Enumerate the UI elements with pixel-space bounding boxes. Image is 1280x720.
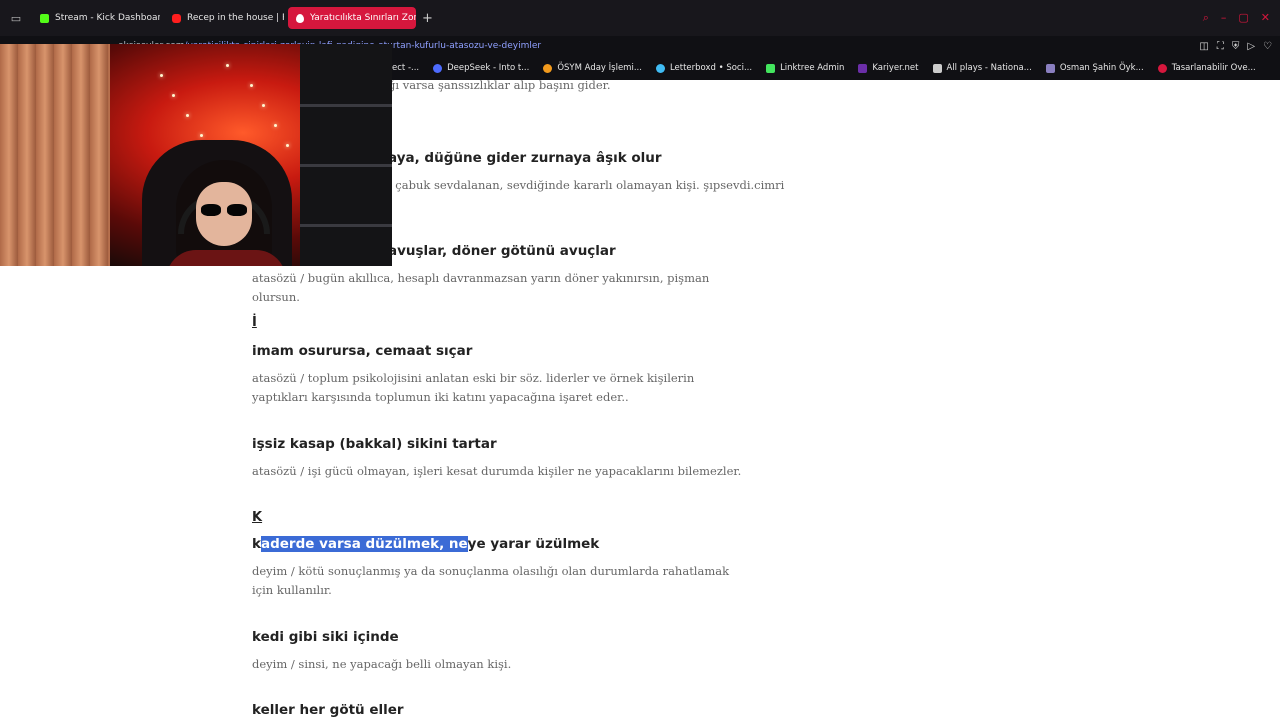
entry-title-selected: kaderde varsa düzülmek, neye yarar üzülm…	[252, 536, 599, 552]
entry-title: keller her götü eller	[252, 702, 404, 718]
tab-kick-dashboard[interactable]: Stream - Kick Dashboard	[32, 7, 160, 29]
title-text: k	[252, 536, 261, 552]
bookmark-item[interactable]: Osman Şahin Öyk...	[1045, 63, 1144, 73]
webcam-overlay	[0, 44, 392, 266]
window-controls: ⌕ – ▢ ✕	[1203, 11, 1280, 25]
text-selection[interactable]: aderde varsa düzülmek, ne	[260, 536, 468, 552]
bookmark-item[interactable]: DeepSeek - Into t...	[433, 63, 529, 73]
person-shirt	[166, 250, 286, 266]
entry-title: kedi gibi siki içinde	[252, 629, 399, 645]
shelf-board	[300, 104, 392, 107]
bookmark-label: Tasarlanabilir Ove...	[1171, 63, 1256, 73]
minimize-icon[interactable]: –	[1221, 11, 1227, 25]
title-text: ye yarar üzülmek	[467, 536, 600, 552]
shelf-board	[300, 224, 392, 227]
play-icon[interactable]: ▷	[1247, 41, 1255, 52]
shelf-board	[300, 164, 392, 167]
bookmark-item[interactable]: ÖSYM Aday İşlemi...	[543, 63, 642, 73]
sunglasses	[201, 204, 247, 216]
tab-label: Stream - Kick Dashboard	[55, 13, 160, 23]
fairy-light	[250, 84, 253, 87]
bookmark-item[interactable]: Letterboxd • Soci...	[655, 63, 753, 73]
shield-icon[interactable]: ⛨	[1232, 41, 1240, 52]
split-view-icon[interactable]: ◫	[1199, 41, 1208, 52]
bookmark-label: Osman Şahin Öyk...	[1059, 63, 1144, 73]
menu-lines-icon	[932, 63, 942, 73]
bookmark-item[interactable]: Tasarlanabilir Ove...	[1157, 63, 1256, 73]
fairy-light	[286, 144, 289, 147]
bookmark-item[interactable]: Kariyer.net	[858, 63, 919, 73]
tab-active-article[interactable]: Yaratıcılıkta Sınırları Zorlay	[288, 7, 416, 29]
fairy-light	[226, 64, 229, 67]
bookmark-site-icon	[1157, 63, 1167, 73]
letterboxd-icon	[655, 63, 665, 73]
kick-icon	[40, 13, 49, 23]
new-tab-button[interactable]: +	[422, 11, 433, 26]
document-icon	[1045, 63, 1055, 73]
fairy-light	[274, 124, 277, 127]
entry-title: işsiz kasap (bakkal) sikini tartar	[252, 436, 497, 452]
entry-description: atasözü / işi gücü olmayan, işleri kesat…	[252, 464, 742, 478]
tab-youtube[interactable]: Recep in the house | Rece	[164, 7, 284, 29]
sidebar-toggle-icon[interactable]: ▭	[0, 0, 32, 36]
bookmark-label: Linktree Admin	[780, 63, 845, 73]
entry-description: deyim / sinsi, ne yapacağı belli olmayan…	[252, 657, 512, 671]
bookmark-label: DeepSeek - Into t...	[447, 63, 530, 73]
screenshot-icon[interactable]: ⛶	[1217, 41, 1224, 52]
address-bar-actions: ◫ ⛶ ⛨ ▷ ♡	[1199, 41, 1280, 52]
drop-icon	[296, 13, 304, 23]
fairy-light	[186, 114, 189, 117]
tab-label: Recep in the house | Rece	[187, 13, 284, 23]
entry-title: imam osurursa, cemaat sıçar	[252, 343, 473, 359]
bookmark-label: All plays - Nationa...	[946, 63, 1032, 73]
fairy-light	[200, 134, 203, 137]
close-icon[interactable]: ✕	[1261, 11, 1270, 25]
entry-description: , çabuk sevdalanan, sevdiğinde kararlı o…	[388, 178, 785, 192]
fairy-light	[160, 74, 163, 77]
bookmark-item[interactable]: All plays - Nationa...	[932, 63, 1032, 73]
curtain	[0, 44, 110, 266]
entry-description: ğı varsa şanssızlıklar alıp başını gider…	[388, 78, 611, 92]
shelf	[300, 44, 392, 266]
linktree-icon	[766, 63, 776, 73]
heart-icon[interactable]: ♡	[1263, 41, 1272, 52]
tab-label: Yaratıcılıkta Sınırları Zorlay	[310, 13, 416, 23]
bookmark-item[interactable]: ect -...	[392, 63, 419, 73]
bookmark-label: Kariyer.net	[872, 63, 919, 73]
fairy-light	[172, 94, 175, 97]
entry-description: deyim / kötü sonuçlanmış ya da sonuçlanm…	[252, 564, 730, 597]
bookmark-label: Letterboxd • Soci...	[669, 63, 753, 73]
section-letter: İ	[252, 315, 257, 330]
entry-title: avuşlar, döner götünü avuçlar	[388, 243, 616, 259]
bookmark-label: ÖSYM Aday İşlemi...	[557, 63, 642, 73]
entry-description: atasözü / bugün akıllıca, hesaplı davran…	[252, 271, 710, 304]
tab-bar: ▭ Stream - Kick Dashboard Recep in the h…	[0, 0, 1280, 36]
kariyer-icon	[858, 63, 868, 73]
bookmark-label: ect -...	[392, 63, 420, 73]
fairy-light	[262, 104, 265, 107]
youtube-icon	[172, 13, 181, 23]
maximize-icon[interactable]: ▢	[1238, 11, 1248, 25]
bookmark-item[interactable]: Linktree Admin	[766, 63, 844, 73]
entry-title: aya, düğüne gider zurnaya âşık olur	[388, 150, 662, 166]
section-letter: K	[252, 510, 263, 525]
deepseek-icon	[433, 63, 443, 73]
osym-icon	[543, 63, 553, 73]
entry-description: atasözü / toplum psikolojisini anlatan e…	[252, 371, 695, 404]
search-icon[interactable]: ⌕	[1203, 11, 1209, 25]
